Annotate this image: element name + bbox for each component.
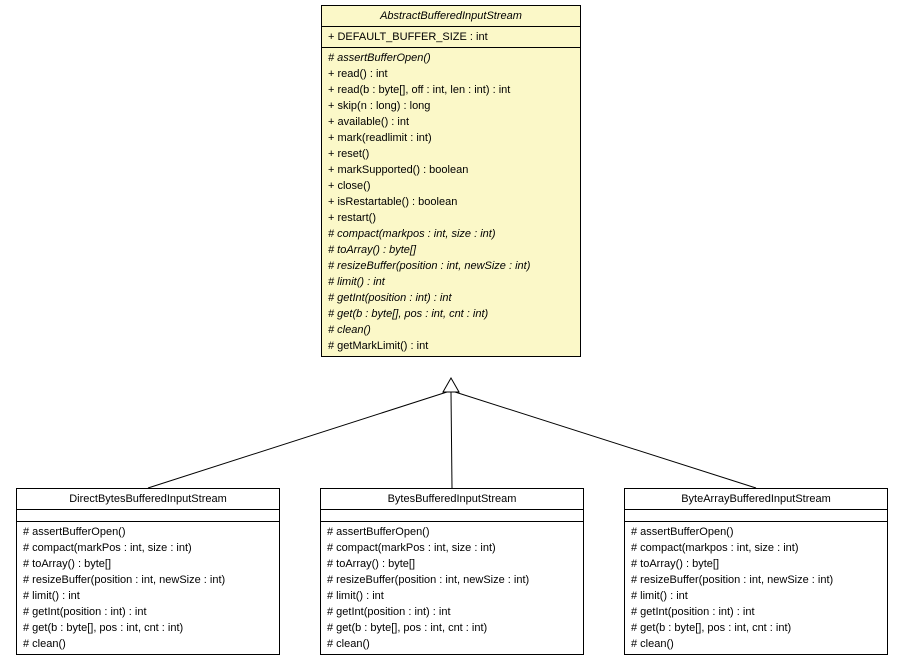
member-row: # getInt(position : int) : int	[327, 604, 577, 620]
member-row: + markSupported() : boolean	[328, 162, 574, 178]
class-operations: # assertBufferOpen()# compact(markPos : …	[321, 522, 583, 654]
member-row: # resizeBuffer(position : int, newSize :…	[23, 572, 273, 588]
member-row: # compact(markPos : int, size : int)	[23, 540, 273, 556]
member-row: + read() : int	[328, 66, 574, 82]
member-row: # get(b : byte[], pos : int, cnt : int)	[23, 620, 273, 636]
class-operations: # assertBufferOpen()# compact(markpos : …	[625, 522, 887, 654]
member-row: # limit() : int	[631, 588, 881, 604]
member-row: + isRestartable() : boolean	[328, 194, 574, 210]
member-row: # get(b : byte[], pos : int, cnt : int)	[328, 306, 574, 322]
member-row: + reset()	[328, 146, 574, 162]
member-row: # getInt(position : int) : int	[23, 604, 273, 620]
member-row: # getInt(position : int) : int	[631, 604, 881, 620]
class-attributes	[625, 510, 887, 522]
member-row: # resizeBuffer(position : int, newSize :…	[328, 258, 574, 274]
class-operations: # assertBufferOpen()# compact(markPos : …	[17, 522, 279, 654]
connector-line	[148, 392, 447, 488]
member-row: # clean()	[328, 322, 574, 338]
class-name: ByteArrayBufferedInputStream	[625, 489, 887, 510]
member-row: + mark(readlimit : int)	[328, 130, 574, 146]
member-row: + close()	[328, 178, 574, 194]
member-row: + DEFAULT_BUFFER_SIZE : int	[328, 29, 574, 45]
member-row: # getInt(position : int) : int	[328, 290, 574, 306]
member-row: # assertBufferOpen()	[327, 524, 577, 540]
member-row: + read(b : byte[], off : int, len : int)…	[328, 82, 574, 98]
member-row: # compact(markPos : int, size : int)	[327, 540, 577, 556]
member-row: # resizeBuffer(position : int, newSize :…	[327, 572, 577, 588]
class-attributes	[17, 510, 279, 522]
member-row: + restart()	[328, 210, 574, 226]
uml-class-child: DirectBytesBufferedInputStream # assertB…	[16, 488, 280, 655]
class-operations: # assertBufferOpen()+ read() : int+ read…	[322, 48, 580, 356]
member-row: # toArray() : byte[]	[23, 556, 273, 572]
member-row: # assertBufferOpen()	[23, 524, 273, 540]
member-row: # get(b : byte[], pos : int, cnt : int)	[327, 620, 577, 636]
member-row: # assertBufferOpen()	[328, 50, 574, 66]
member-row: # toArray() : byte[]	[327, 556, 577, 572]
class-name: AbstractBufferedInputStream	[322, 6, 580, 27]
member-row: # limit() : int	[327, 588, 577, 604]
member-row: # assertBufferOpen()	[631, 524, 881, 540]
uml-class-abstract: AbstractBufferedInputStream + DEFAULT_BU…	[321, 5, 581, 357]
class-attributes: + DEFAULT_BUFFER_SIZE : int	[322, 27, 580, 48]
connector-line	[455, 392, 756, 488]
member-row: # clean()	[327, 636, 577, 652]
member-row: # compact(markpos : int, size : int)	[328, 226, 574, 242]
uml-class-child: BytesBufferedInputStream # assertBufferO…	[320, 488, 584, 655]
member-row: # toArray() : byte[]	[631, 556, 881, 572]
member-row: # compact(markpos : int, size : int)	[631, 540, 881, 556]
member-row: # get(b : byte[], pos : int, cnt : int)	[631, 620, 881, 636]
member-row: # clean()	[23, 636, 273, 652]
member-row: # limit() : int	[23, 588, 273, 604]
uml-class-child: ByteArrayBufferedInputStream # assertBuf…	[624, 488, 888, 655]
class-name: BytesBufferedInputStream	[321, 489, 583, 510]
class-attributes	[321, 510, 583, 522]
class-name: DirectBytesBufferedInputStream	[17, 489, 279, 510]
member-row: + available() : int	[328, 114, 574, 130]
member-row: + skip(n : long) : long	[328, 98, 574, 114]
connector-line	[451, 392, 452, 488]
arrowhead-inheritance	[443, 378, 459, 392]
member-row: # toArray() : byte[]	[328, 242, 574, 258]
member-row: # limit() : int	[328, 274, 574, 290]
member-row: # getMarkLimit() : int	[328, 338, 574, 354]
member-row: # clean()	[631, 636, 881, 652]
member-row: # resizeBuffer(position : int, newSize :…	[631, 572, 881, 588]
